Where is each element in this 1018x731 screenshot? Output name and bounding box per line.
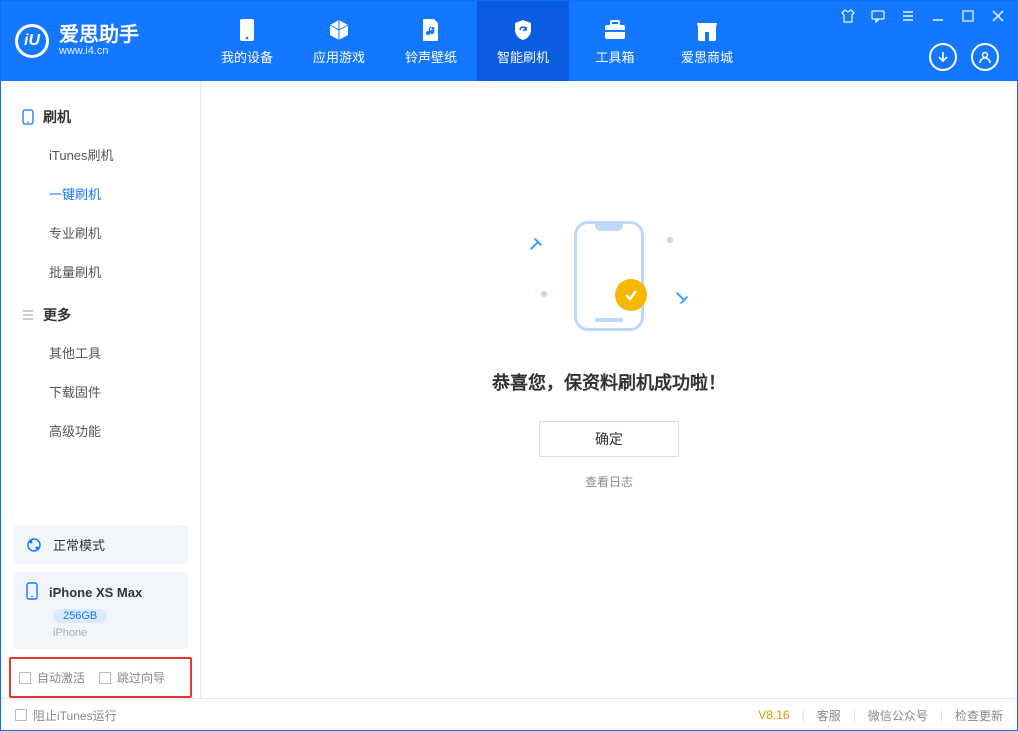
separator: | [940, 708, 943, 722]
mode-label: 正常模式 [53, 535, 105, 554]
sidebar-item-onekey-flash[interactable]: 一键刷机 [1, 174, 200, 213]
footer-link-update[interactable]: 检查更新 [955, 707, 1003, 724]
sidebar-item-other-tools[interactable]: 其他工具 [1, 333, 200, 372]
brand-text: 爱思助手 www.i4.cn [49, 25, 139, 57]
device-card[interactable]: iPhone XS Max 256GB iPhone [13, 572, 188, 649]
nav-ringtone[interactable]: 铃声壁纸 [385, 1, 477, 81]
sidebar-item-pro-flash[interactable]: 专业刷机 [1, 213, 200, 252]
feedback-icon[interactable] [869, 7, 887, 25]
window-controls [839, 7, 1007, 25]
body: 刷机 iTunes刷机 一键刷机 专业刷机 批量刷机 更多 其他工具 下载固件 … [1, 81, 1017, 698]
toolbox-icon [602, 17, 628, 43]
device-type: iPhone [53, 627, 176, 639]
sidebar-item-batch-flash[interactable]: 批量刷机 [1, 252, 200, 291]
checkbox-icon [15, 709, 27, 721]
titlebar: iU 爱思助手 www.i4.cn 我的设备 应用游戏 铃声壁纸 智能刷机 工具… [1, 1, 1017, 81]
account-button[interactable] [971, 43, 999, 71]
sidebar-heading-label: 刷机 [43, 107, 71, 127]
shield-refresh-icon [510, 17, 536, 43]
nav-label: 爱思商城 [681, 47, 733, 66]
device-capacity: 256GB [53, 609, 107, 623]
sidebar-heading-flash: 刷机 [1, 99, 200, 135]
skin-icon[interactable] [839, 7, 857, 25]
maximize-icon[interactable] [959, 7, 977, 25]
sidebar-item-advanced[interactable]: 高级功能 [1, 411, 200, 450]
sidebar-spacer [1, 456, 200, 515]
checkbox-auto-activate[interactable]: 自动激活 [19, 669, 85, 686]
nav-apps[interactable]: 应用游戏 [293, 1, 385, 81]
sidebar-list-more: 其他工具 下载固件 高级功能 [1, 333, 200, 450]
sidebar: 刷机 iTunes刷机 一键刷机 专业刷机 批量刷机 更多 其他工具 下载固件 … [1, 81, 201, 698]
music-file-icon [418, 17, 444, 43]
nav-my-device[interactable]: 我的设备 [201, 1, 293, 81]
sidebar-item-itunes-flash[interactable]: iTunes刷机 [1, 135, 200, 174]
brand-area: iU 爱思助手 www.i4.cn [1, 1, 201, 81]
footer-right: V8.16 | 客服 | 微信公众号 | 检查更新 [758, 707, 1003, 724]
ok-button[interactable]: 确定 [539, 421, 679, 457]
view-log-link[interactable]: 查看日志 [585, 473, 633, 490]
main-pane: 恭喜您，保资料刷机成功啦！ 确定 查看日志 [201, 81, 1017, 698]
phone-outline-icon [574, 221, 644, 331]
nav-toolbox[interactable]: 工具箱 [569, 1, 661, 81]
brand-name-cn: 爱思助手 [59, 25, 139, 45]
nav-label: 应用游戏 [313, 47, 365, 66]
nav-label: 工具箱 [595, 47, 634, 66]
device-small-icon [25, 582, 39, 603]
sidebar-list-flash: iTunes刷机 一键刷机 专业刷机 批量刷机 [1, 135, 200, 291]
checkbox-icon [19, 672, 31, 684]
checkbox-block-itunes[interactable]: 阻止iTunes运行 [15, 707, 117, 724]
top-nav: 我的设备 应用游戏 铃声壁纸 智能刷机 工具箱 爱思商城 [201, 1, 753, 81]
menu-icon[interactable] [899, 7, 917, 25]
brand-name-en: www.i4.cn [59, 45, 139, 57]
checkbox-skip-guide[interactable]: 跳过向导 [99, 669, 165, 686]
separator: | [853, 708, 856, 722]
sidebar-item-download-firmware[interactable]: 下载固件 [1, 372, 200, 411]
checkbox-icon [99, 672, 111, 684]
list-icon [21, 309, 35, 321]
footer-link-wechat[interactable]: 微信公众号 [868, 707, 928, 724]
nav-label: 我的设备 [221, 47, 273, 66]
version-text: V8.16 [758, 708, 789, 722]
sidebar-device-cards: 正常模式 iPhone XS Max 256GB iPhone [1, 515, 200, 649]
nav-label: 智能刷机 [497, 47, 549, 66]
checkbox-label: 自动激活 [37, 669, 85, 686]
cube-icon [326, 17, 352, 43]
phone-icon [21, 109, 35, 125]
sidebar-bottom-options: 自动激活 跳过向导 [9, 657, 192, 698]
device-icon [234, 17, 260, 43]
separator: | [802, 708, 805, 722]
checkbox-label: 跳过向导 [117, 669, 165, 686]
success-message: 恭喜您，保资料刷机成功啦！ [492, 369, 726, 395]
footer-link-service[interactable]: 客服 [817, 707, 841, 724]
footer: 阻止iTunes运行 V8.16 | 客服 | 微信公众号 | 检查更新 [1, 698, 1017, 731]
titlebar-actions [929, 43, 999, 71]
success-illustration [509, 221, 709, 341]
close-icon[interactable] [989, 7, 1007, 25]
sidebar-heading-more: 更多 [1, 297, 200, 333]
check-badge-icon [615, 279, 647, 311]
download-button[interactable] [929, 43, 957, 71]
sidebar-group-more: 更多 其他工具 下载固件 高级功能 [1, 297, 200, 456]
store-icon [694, 17, 720, 43]
brand-logo: iU [15, 24, 49, 58]
minimize-icon[interactable] [929, 7, 947, 25]
sidebar-group-flash: 刷机 iTunes刷机 一键刷机 专业刷机 批量刷机 [1, 99, 200, 297]
sidebar-heading-label: 更多 [43, 305, 71, 325]
nav-store[interactable]: 爱思商城 [661, 1, 753, 81]
mode-card[interactable]: 正常模式 [13, 525, 188, 564]
success-panel: 恭喜您，保资料刷机成功啦！ 确定 查看日志 [409, 221, 809, 490]
mode-icon [25, 536, 43, 554]
nav-flash[interactable]: 智能刷机 [477, 1, 569, 81]
device-name: iPhone XS Max [49, 585, 142, 600]
checkbox-label: 阻止iTunes运行 [33, 707, 117, 724]
nav-label: 铃声壁纸 [405, 47, 457, 66]
